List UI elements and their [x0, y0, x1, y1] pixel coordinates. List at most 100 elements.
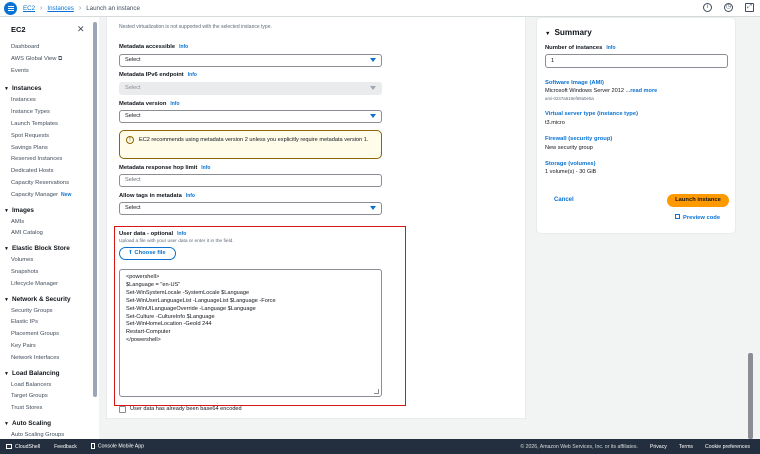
caret-down-icon	[370, 206, 376, 210]
sidebar-item-instance-types[interactable]: Instance Types	[0, 107, 95, 119]
breadcrumb-ec2[interactable]: EC2	[23, 5, 35, 12]
caret-down-icon	[370, 58, 376, 62]
fullscreen-icon[interactable]: ⤢	[745, 3, 754, 12]
sidebar-item-ami-catalog[interactable]: AMI Catalog	[0, 228, 95, 240]
sidebar-item-key-pairs[interactable]: Key Pairs	[0, 341, 95, 353]
info-link[interactable]: Info	[177, 231, 186, 237]
sidebar-section-network-security[interactable]: ▼ Network & Security	[0, 294, 95, 306]
menu-icon[interactable]	[4, 1, 17, 15]
choose-file-button[interactable]: ⭱ Choose file	[119, 247, 176, 260]
sidebar-section-elastic-block-store[interactable]: ▼ Elastic Block Store	[0, 243, 95, 255]
privacy-link[interactable]: Privacy	[650, 444, 667, 450]
ami-link[interactable]: Software Image (AMI)	[545, 80, 604, 86]
number-of-instances-label: Number of instances Info	[545, 45, 616, 51]
breadcrumb-instances[interactable]: Instances	[47, 5, 73, 12]
code-line: Set-WinSystemLocale -SystemLocale $Langu…	[126, 289, 250, 296]
user-data-textarea[interactable]: <powershell> $Language = "en-US" Set-WinSy…	[119, 269, 382, 397]
code-line: Set-Culture -CultureInfo $Language	[126, 313, 215, 320]
info-link[interactable]: Info	[186, 193, 195, 199]
number-of-instances-input[interactable]: 1	[545, 54, 728, 68]
sidebar-item-load-balancers[interactable]: Load Balancers	[0, 380, 95, 392]
sidebar-item-launch-templates[interactable]: Launch Templates	[0, 119, 95, 131]
new-badge: New	[61, 191, 72, 198]
read-more-link[interactable]: read more	[630, 88, 657, 94]
terms-link[interactable]: Terms	[679, 444, 693, 450]
metadata-ipv6-select[interactable]: Select	[119, 82, 382, 95]
sidebar-item-lifecycle-manager[interactable]: Lifecycle Manager	[0, 279, 95, 291]
sidebar-item-security-groups[interactable]: Security Groups	[0, 306, 95, 318]
top-breadcrumb-bar: EC2 › Instances › Launch an instance i ◷…	[0, 0, 760, 17]
cookie-preferences-link[interactable]: Cookie preferences	[705, 444, 750, 450]
sidebar-item-savings-plans[interactable]: Savings Plans	[0, 143, 95, 155]
sidebar-section-auto-scaling[interactable]: ▼ Auto Scaling	[0, 418, 95, 430]
sidebar-item-events[interactable]: Events	[0, 66, 95, 78]
sidebar: EC2 ✕ Dashboard AWS Global View ⧉ Events ▼ I…	[0, 17, 99, 439]
console-mobile-app-link[interactable]: Console Mobile App	[90, 443, 144, 450]
metadata-version-select[interactable]: Select	[119, 110, 382, 123]
allow-tags-select[interactable]: Select	[119, 202, 382, 215]
metadata-ipv6-label: Metadata IPv6 endpoint Info	[119, 72, 197, 78]
sidebar-item-spot-requests[interactable]: Spot Requests	[0, 131, 95, 143]
sidebar-nav: Dashboard AWS Global View ⧉ Events ▼ Instanc…	[0, 42, 95, 439]
info-link[interactable]: Info	[179, 44, 188, 50]
code-line: <powershell>	[126, 274, 160, 280]
caret-down-icon: ▼	[4, 370, 9, 377]
info-link[interactable]: Info	[606, 45, 615, 51]
user-data-description: Upload a file with your user data or ent…	[119, 239, 234, 244]
sidebar-item-trust-stores[interactable]: Trust Stores	[0, 403, 95, 415]
caret-down-icon: ▼	[4, 246, 9, 253]
firewall-link[interactable]: Firewall (security group)	[545, 136, 612, 142]
info-link[interactable]: Info	[201, 165, 210, 171]
sidebar-item-target-groups[interactable]: Target Groups	[0, 391, 95, 403]
breadcrumb-current: Launch an instance	[86, 4, 140, 12]
sidebar-item-dashboard[interactable]: Dashboard	[0, 42, 95, 54]
page-scrollbar[interactable]	[748, 17, 753, 439]
sidebar-item-auto-scaling-groups[interactable]: Auto Scaling Groups	[0, 430, 95, 439]
user-data-label: User data - optional Info	[119, 231, 187, 237]
sidebar-item-capacity-manager[interactable]: Capacity Manager New	[0, 190, 95, 202]
advanced-details-card: Nested virtualization is not supported w…	[106, 17, 526, 419]
info-link[interactable]: Info	[188, 72, 197, 78]
sidebar-item-network-interfaces[interactable]: Network Interfaces	[0, 353, 95, 365]
external-link-icon: ⧉	[56, 55, 63, 62]
breadcrumb: EC2 › Instances › Launch an instance	[23, 5, 140, 12]
sidebar-item-capacity-reservations[interactable]: Capacity Reservations	[0, 178, 95, 190]
sidebar-item-elastic-ips[interactable]: Elastic IPs	[0, 317, 95, 329]
resize-handle-icon[interactable]	[374, 389, 379, 394]
summary-title[interactable]: ▼ Summary	[545, 28, 592, 37]
hop-limit-input[interactable]: Select	[119, 174, 382, 187]
firewall-value: New security group	[545, 145, 593, 151]
sidebar-item-amis[interactable]: AMIs	[0, 217, 95, 229]
storage-link[interactable]: Storage (volumes)	[545, 161, 596, 167]
sidebar-section-images[interactable]: ▼ Images	[0, 205, 95, 217]
sidebar-section-load-balancing[interactable]: ▼ Load Balancing	[0, 368, 95, 380]
info-link[interactable]: Info	[170, 101, 179, 107]
feedback-link[interactable]: Feedback	[54, 444, 77, 450]
instance-type-link[interactable]: Virtual server type (instance type)	[545, 111, 638, 117]
sidebar-item-volumes[interactable]: Volumes	[0, 255, 95, 267]
metadata-accessible-select[interactable]: Select	[119, 54, 382, 67]
sidebar-item-instances[interactable]: Instances	[0, 95, 95, 107]
base64-checkbox-label: User data has already been base64 encode…	[130, 406, 242, 412]
preview-code-button[interactable]: Preview code	[675, 214, 720, 221]
clock-icon[interactable]: ◷	[724, 3, 733, 12]
cancel-button[interactable]: Cancel	[554, 197, 574, 203]
sidebar-item-snapshots[interactable]: Snapshots	[0, 267, 95, 279]
close-icon[interactable]: ✕	[77, 24, 85, 35]
sidebar-item-placement-groups[interactable]: Placement Groups	[0, 329, 95, 341]
code-line: Set-WinUILanguageOverride -Language $Lan…	[126, 305, 256, 312]
ami-value: Microsoft Windows Server 2012 ...read mo…	[545, 88, 658, 94]
sidebar-title: EC2	[11, 25, 26, 34]
sidebar-item-reserved-instances[interactable]: Reserved Instances	[0, 154, 95, 166]
launch-instance-button[interactable]: Launch instance	[667, 194, 729, 207]
sidebar-scrollbar[interactable]	[93, 22, 97, 397]
sidebar-item-aws-global-view[interactable]: AWS Global View ⧉	[0, 54, 95, 66]
code-line: $Language = "en-US"	[126, 281, 181, 288]
sidebar-section-instances[interactable]: ▼ Instances	[0, 83, 95, 95]
info-icon[interactable]: i	[703, 3, 712, 12]
sidebar-item-dedicated-hosts[interactable]: Dedicated Hosts	[0, 166, 95, 178]
base64-checkbox[interactable]	[119, 406, 126, 413]
cloudshell-button[interactable]: CloudShell	[6, 444, 40, 450]
caret-down-icon: ▼	[545, 31, 551, 37]
caret-down-icon	[370, 86, 376, 90]
